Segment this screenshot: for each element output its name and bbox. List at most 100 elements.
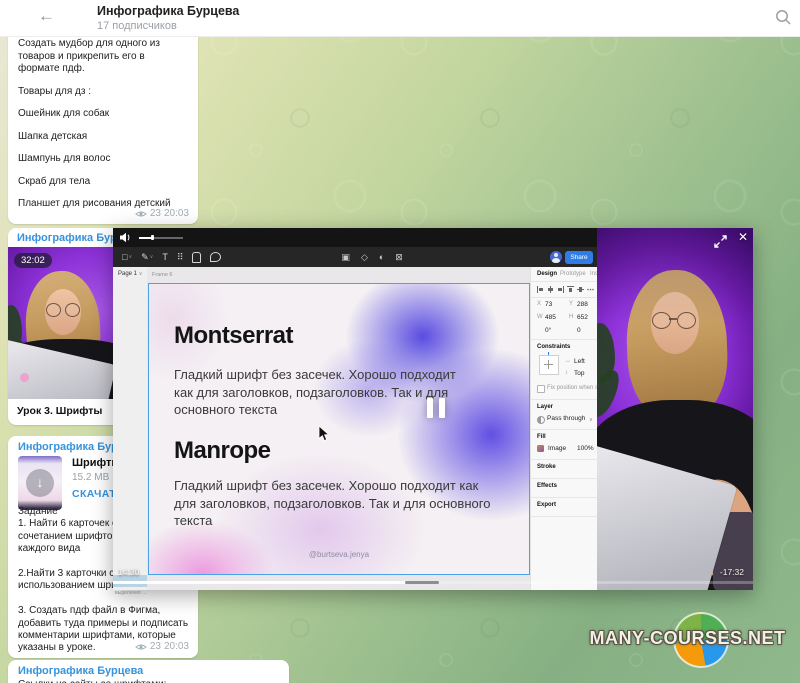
align-top-icon[interactable] — [567, 286, 574, 293]
presenter-video[interactable] — [597, 228, 753, 590]
view-vector-icon[interactable]: ◇ — [361, 252, 368, 263]
player-top-bar — [113, 228, 597, 247]
align-center-h-icon[interactable] — [547, 286, 554, 293]
glasses-lens — [652, 312, 671, 329]
message-paragraph: Шапка детская — [18, 131, 188, 144]
constraints-widget[interactable] — [539, 355, 559, 375]
telegram-window: ← Инфографика Бурцева 17 подписчиков Соз… — [0, 0, 800, 683]
remaining-time: -17:32 — [720, 567, 744, 577]
video-caption: Урок 3. Шрифты — [17, 405, 102, 417]
fill-image-swatch[interactable] — [537, 445, 544, 452]
message-bubble: Создать мудбор для одного из товаров и п… — [8, 28, 198, 224]
message-time: 20:03 — [164, 208, 189, 219]
page-selector[interactable]: Page 1 ∨ — [118, 271, 142, 277]
message-paragraph: Ошейник для собак — [18, 108, 188, 121]
align-more-icon[interactable] — [587, 286, 594, 293]
fix-position-checkbox[interactable] — [537, 385, 545, 393]
view-frame-icon[interactable]: ▣ — [341, 252, 350, 263]
pen-tool-icon[interactable]: ✎∨ — [141, 252, 153, 263]
message-text: Ссылки на сайты со шрифтами: — [8, 677, 289, 683]
fill-opacity[interactable]: 100% — [577, 445, 594, 452]
x-label: X — [537, 301, 541, 307]
site-watermark-text: MANY-COURSES.NET — [575, 628, 800, 649]
tab-design[interactable]: Design — [537, 271, 557, 277]
stroke-section-label: Stroke — [537, 464, 556, 470]
pip-video-player[interactable]: □∨ ✎∨ T ⠿ ▣ ◇ ◐ ⊠ Share Page 1 ∨ выделен… — [113, 228, 753, 590]
download-overlay-icon[interactable]: ↓ — [26, 469, 54, 497]
frame-tool-icon[interactable]: □∨ — [122, 252, 132, 262]
text-tool-icon[interactable]: T — [162, 252, 168, 262]
export-section-label: Export — [537, 502, 556, 508]
pause-button[interactable] — [427, 398, 445, 418]
person-arm — [673, 471, 753, 582]
view-mask-icon[interactable]: ◐ — [379, 252, 384, 262]
vertical-constraint-select[interactable]: Top — [574, 370, 584, 377]
description-line: текста — [174, 512, 490, 530]
blend-mode-select[interactable]: Pass through — [547, 415, 585, 422]
align-middle-v-icon[interactable] — [577, 286, 584, 293]
expand-icon[interactable] — [713, 234, 728, 249]
figma-toolbar: □∨ ✎∨ T ⠿ ▣ ◇ ◐ ⊠ Share — [113, 247, 597, 267]
message-paragraph: Создать мудбор для одного из товаров и п… — [18, 38, 188, 76]
tab-prototype[interactable]: Prototype — [560, 271, 586, 277]
fix-position-label: Fix position when scr... — [547, 385, 598, 391]
description-line: Гладкий шрифт без засечек. Хорошо подход… — [174, 477, 490, 495]
views-eye-icon — [135, 643, 147, 651]
figma-inspector-panel: Design Prototype Ins X 73 Y 288 W 485 H … — [530, 267, 598, 590]
message-meta: 23 20:03 — [135, 641, 189, 652]
align-left-icon[interactable] — [537, 286, 544, 293]
message-meta: 23 20:03 — [135, 208, 189, 219]
message-paragraph: Скраб для тела — [18, 176, 188, 189]
y-label: Y — [569, 301, 573, 307]
volume-knob[interactable] — [151, 235, 154, 240]
glasses-lens — [65, 303, 80, 317]
x-value[interactable]: 73 — [545, 301, 552, 308]
horizontal-constraint-select[interactable]: Left — [574, 358, 585, 365]
h-value[interactable]: 652 — [577, 314, 588, 321]
vertical-constraint-icon: ↕ — [565, 370, 568, 376]
corner-radius-value[interactable]: 0 — [577, 327, 581, 334]
description-line: Гладкий шрифт без засечек. Хорошо подход… — [174, 366, 456, 384]
selected-frame[interactable]: Montserrat Гладкий шрифт без засечек. Хо… — [148, 283, 530, 575]
effects-section-label: Effects — [537, 483, 557, 489]
mouse-cursor — [318, 426, 330, 442]
comment-tool-icon[interactable] — [210, 252, 221, 262]
share-button[interactable]: Share — [565, 251, 593, 264]
align-right-icon[interactable] — [557, 286, 564, 293]
chat-header: ← Инфографика Бурцева 17 подписчиков — [0, 0, 800, 37]
laptop — [597, 439, 737, 590]
user-avatar[interactable] — [550, 251, 562, 263]
y-value[interactable]: 288 — [577, 301, 588, 308]
description-line: как для заголовков, подзаголовков. Так и… — [174, 384, 456, 402]
fill-type[interactable]: Image — [548, 445, 566, 452]
file-size: 15.2 MB — [72, 472, 109, 483]
views-count: 23 — [150, 208, 161, 219]
seek-bar-played — [113, 581, 407, 584]
frame-name-label[interactable]: Frame 6 — [152, 272, 172, 278]
view-crop-icon[interactable]: ⊠ — [395, 252, 403, 263]
plant-decor — [597, 323, 615, 383]
author-credit: @burtseva.jenya — [149, 550, 529, 559]
speaker-icon[interactable] — [119, 231, 132, 244]
task-line: добавить туда примеры и подписать — [18, 618, 190, 630]
laptop-sticker — [20, 373, 29, 382]
back-button[interactable]: ← — [38, 6, 55, 26]
h-label: H — [569, 314, 573, 320]
hand-tool-icon[interactable] — [192, 252, 201, 263]
close-icon[interactable]: ✕ — [738, 230, 748, 244]
horizontal-constraint-icon: ↔ — [565, 358, 571, 364]
seek-bar-handle[interactable] — [405, 581, 439, 584]
file-preview[interactable]: ↓ — [18, 456, 62, 510]
chevron-down-icon: ∨ — [139, 271, 143, 277]
rotation-value[interactable]: 0° — [545, 327, 551, 334]
task-line — [18, 593, 190, 605]
glasses-lens — [46, 303, 61, 317]
person-hair — [624, 268, 729, 423]
figma-canvas[interactable]: Frame 6 Montserrat Гладкий шрифт без зас… — [147, 267, 530, 590]
layer-name-hint: выделения ... — [115, 590, 146, 596]
message-sender[interactable]: Инфографика Бурцева — [8, 660, 289, 677]
components-tool-icon[interactable]: ⠿ — [177, 252, 184, 263]
search-icon[interactable] — [775, 9, 792, 26]
channel-title[interactable]: Инфографика Бурцева — [97, 4, 239, 18]
w-value[interactable]: 485 — [545, 314, 556, 321]
